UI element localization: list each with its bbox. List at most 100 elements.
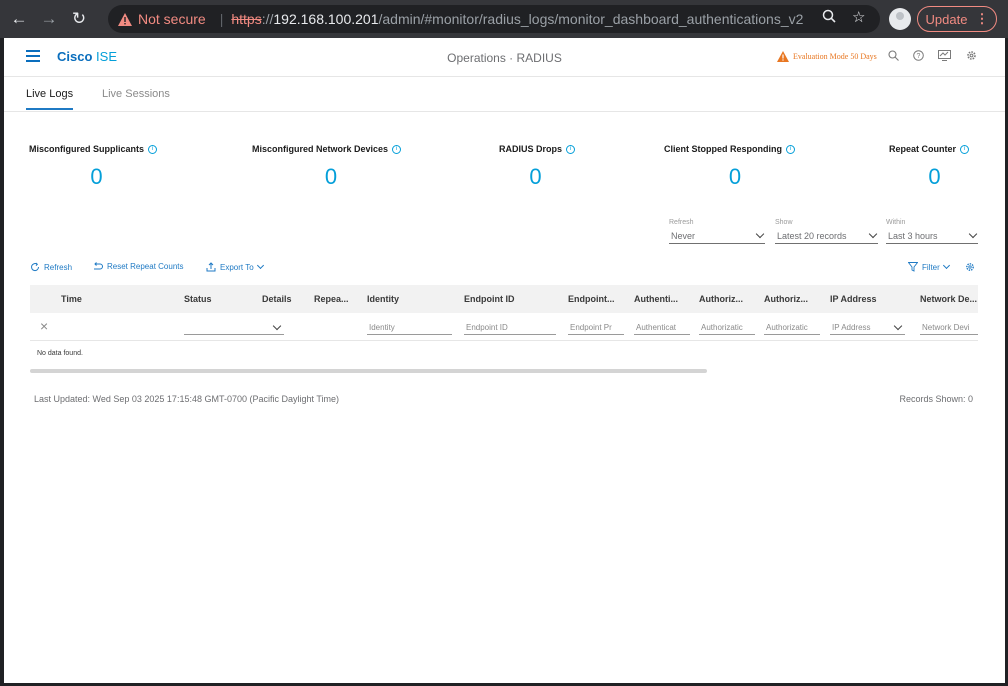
url-separator: | — [219, 11, 224, 27]
info-icon[interactable]: i — [786, 144, 795, 154]
ip-address-placeholder: IP Address — [832, 322, 871, 332]
info-icon[interactable]: i — [960, 144, 970, 154]
update-label: Update — [925, 11, 968, 27]
column-header-authorization-profile[interactable]: Authoriz... — [764, 294, 808, 304]
filter-label: Filter — [922, 262, 940, 272]
chevron-down-icon — [968, 229, 978, 239]
counter-value: 0 — [90, 164, 103, 189]
column-header-endpoint-profile[interactable]: Endpoint... — [568, 294, 615, 304]
within-select[interactable]: Within Last 3 hours — [886, 219, 978, 244]
export-to-button[interactable]: Export To — [206, 261, 264, 272]
network-device-filter-input[interactable]: Network Devi — [920, 320, 978, 335]
show-select[interactable]: Show Latest 20 records — [775, 219, 878, 244]
counter-value: 0 — [928, 164, 941, 189]
column-header-time[interactable]: Time — [61, 294, 82, 304]
refresh-label: Refresh — [44, 262, 73, 272]
svg-text:?: ? — [917, 53, 921, 60]
column-header-ip-address[interactable]: IP Address — [830, 294, 877, 304]
table-filter-row: × Identity Endpoint ID Endpoint Pr Authe… — [30, 313, 978, 341]
records-shown-text: Records Shown: 0 — [899, 394, 973, 404]
refresh-icon — [31, 262, 40, 272]
identity-filter-input[interactable]: Identity — [367, 320, 452, 335]
counter-repeat-counter[interactable]: Repeat Counter i 0 — [889, 144, 984, 190]
authentication-filter-input[interactable]: Authenticat — [634, 320, 690, 335]
column-header-endpoint-id[interactable]: Endpoint ID — [464, 294, 515, 304]
clear-filters-icon[interactable]: × — [40, 318, 48, 334]
endpoint-profile-filter-input[interactable]: Endpoint Pr — [568, 320, 624, 335]
bookmark-star-icon[interactable]: ☆ — [852, 8, 865, 26]
chevron-down-icon — [755, 229, 765, 239]
address-bar[interactable]: Not secure | https://192.168.100.201/adm… — [108, 5, 880, 33]
search-icon[interactable] — [888, 50, 899, 64]
counter-value: 0 — [529, 164, 542, 189]
refresh-value: Never — [671, 230, 696, 241]
reset-label: Reset Repeat Counts — [107, 262, 184, 271]
column-header-authentication[interactable]: Authenti... — [634, 294, 678, 304]
info-icon[interactable]: i — [392, 144, 402, 154]
counter-label: Misconfigured Network Devices — [252, 144, 389, 154]
security-label[interactable]: Not secure — [138, 11, 206, 27]
endpoint-id-filter-input[interactable]: Endpoint ID — [464, 320, 556, 335]
counter-misconfigured-network-devices[interactable]: Misconfigured Network Devices i 0 — [252, 144, 422, 190]
table-header: Time Status Details Repea... Identity En… — [30, 285, 978, 313]
counter-label: Misconfigured Supplicants — [29, 144, 145, 154]
url-path: /admin/#monitor/radius_logs/monitor_dash… — [378, 11, 804, 27]
filter-button[interactable]: Filter — [908, 261, 950, 272]
warning-icon — [118, 12, 132, 26]
counter-label: Client Stopped Responding — [664, 144, 782, 154]
horizontal-scrollbar[interactable] — [30, 369, 707, 373]
within-caption: Within — [886, 219, 906, 226]
help-icon[interactable]: ? — [913, 50, 924, 64]
warning-triangle-icon — [777, 51, 789, 62]
info-icon[interactable]: i — [566, 144, 576, 154]
browser-toolbar: ← → ↻ Not secure | https://192.168.100.2… — [0, 0, 1008, 38]
counter-radius-drops[interactable]: RADIUS Drops i 0 — [499, 144, 584, 190]
url-scheme-sep: :// — [261, 11, 274, 27]
status-filter-select[interactable] — [184, 320, 284, 335]
column-header-network-device[interactable]: Network De... — [920, 294, 977, 304]
back-arrow-icon[interactable]: ← — [8, 8, 30, 30]
counter-label: Repeat Counter — [889, 144, 957, 154]
column-header-status[interactable]: Status — [184, 294, 212, 304]
app-page: Cisco ISE Operations · RADIUS Evaluation… — [4, 38, 1005, 683]
refresh-select[interactable]: Refresh Never — [669, 219, 765, 244]
filter-icon — [908, 262, 918, 272]
chevron-down-icon — [893, 321, 903, 330]
dashboard-icon[interactable] — [938, 50, 951, 64]
forward-arrow-icon[interactable]: → — [38, 8, 60, 30]
tab-live-logs[interactable]: Live Logs — [26, 88, 74, 110]
authorization-profile-filter-input[interactable]: Authorizatic — [764, 320, 820, 335]
reset-repeat-counts-button[interactable]: Reset Repeat Counts — [92, 262, 184, 271]
url-host: 192.168.100.201 — [273, 11, 379, 27]
counter-label: RADIUS Drops — [499, 144, 563, 154]
settings-gear-icon[interactable] — [966, 50, 977, 64]
column-header-details[interactable]: Details — [262, 294, 292, 304]
url-protocol: https — [231, 11, 262, 27]
reload-icon[interactable]: ↻ — [68, 8, 90, 30]
column-header-repeat[interactable]: Repea... — [314, 294, 349, 304]
refresh-button[interactable]: Refresh — [30, 262, 72, 272]
profile-avatar[interactable] — [889, 8, 911, 30]
last-updated-text: Last Updated: Wed Sep 03 2025 17:15:48 G… — [34, 394, 340, 404]
table-settings-gear-icon[interactable] — [965, 262, 975, 272]
column-header-identity[interactable]: Identity — [367, 294, 399, 304]
browser-window: ← → ↻ Not secure | https://192.168.100.2… — [0, 0, 1008, 686]
authorization-policy-filter-input[interactable]: Authorizatic — [699, 320, 755, 335]
eval-mode-text: Evaluation Mode 50 Days — [793, 52, 877, 61]
zoom-icon[interactable] — [822, 9, 836, 26]
show-caption: Show — [775, 219, 793, 226]
counter-misconfigured-supplicants[interactable]: Misconfigured Supplicants i 0 — [29, 144, 174, 190]
tab-live-sessions[interactable]: Live Sessions — [102, 88, 170, 100]
update-button[interactable]: Update ⋮ — [917, 6, 997, 32]
counter-value: 0 — [324, 164, 338, 189]
app-header: Cisco ISE Operations · RADIUS Evaluation… — [4, 38, 1005, 77]
undo-icon — [94, 262, 103, 270]
counter-value: 0 — [728, 164, 742, 189]
more-menu-icon: ⋮ — [975, 11, 989, 26]
evaluation-badge[interactable]: Evaluation Mode 50 Days — [777, 51, 877, 62]
ip-address-filter-select[interactable]: IP Address — [830, 320, 905, 335]
info-icon[interactable]: i — [148, 144, 158, 154]
counter-client-stopped-responding[interactable]: Client Stopped Responding i 0 — [664, 144, 814, 190]
column-header-authorization-policy[interactable]: Authoriz... — [699, 294, 743, 304]
chevron-down-icon — [942, 261, 950, 270]
